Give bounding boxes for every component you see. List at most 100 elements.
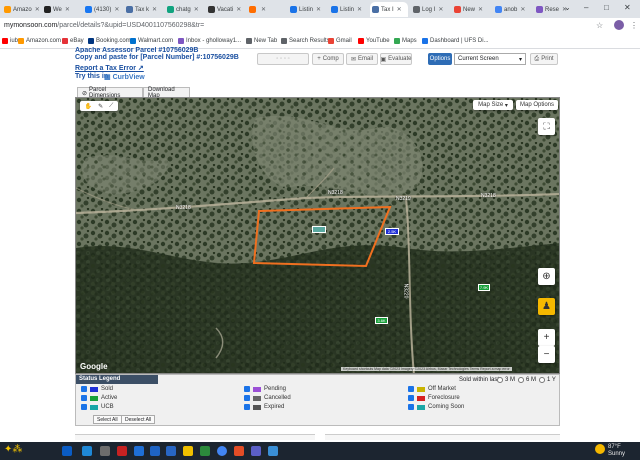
app-icon[interactable] <box>234 446 244 456</box>
bookmark-item[interactable]: eBay <box>62 38 84 44</box>
browser-tab[interactable]: (4130) ✕ <box>83 2 121 17</box>
minimize-icon[interactable]: – <box>584 3 588 12</box>
location-icon[interactable]: ⊕ <box>538 268 555 285</box>
active-listing-marker[interactable]: 3.6K <box>375 317 388 324</box>
browser-tab[interactable]: ✕ <box>247 2 285 17</box>
listing-marker[interactable] <box>312 226 326 233</box>
tab-close-icon[interactable]: ✕ <box>438 6 443 13</box>
tab-close-icon[interactable]: ✕ <box>261 6 266 13</box>
map-options-button[interactable]: Map Options <box>516 100 558 110</box>
windows-start-icon[interactable] <box>62 446 72 456</box>
tab-close-icon[interactable]: ✕ <box>520 6 525 13</box>
maximize-icon[interactable]: □ <box>604 3 609 12</box>
star-icon[interactable]: ☆ <box>596 21 603 30</box>
tab-close-icon[interactable]: ✕ <box>397 6 402 13</box>
tab-search-icon[interactable]: ⌄ <box>564 3 571 12</box>
bookmark-item[interactable]: Inbox - gholloway1... <box>178 38 241 44</box>
legend-checkbox[interactable] <box>408 404 414 410</box>
bookmark-item[interactable]: Walmart.com <box>130 38 173 44</box>
legend-checkbox[interactable] <box>81 395 87 401</box>
draw-icon[interactable]: ✎ <box>98 103 103 110</box>
active-listing-marker[interactable]: 7.9K <box>478 284 490 291</box>
legend-checkbox[interactable] <box>244 386 250 392</box>
legend-checkbox[interactable] <box>244 404 250 410</box>
browser-tab[interactable]: chatg ✕ <box>165 2 203 17</box>
legend-item[interactable]: UCB <box>81 404 114 410</box>
tab-close-icon[interactable]: ✕ <box>236 6 241 13</box>
screen-select[interactable]: Current Screen ▾ <box>454 53 526 65</box>
report-tax-error-link[interactable]: Report a Tax Error ↗ <box>75 64 144 72</box>
bookmark-item[interactable]: Maps <box>394 38 417 44</box>
legend-item[interactable]: Coming Soon <box>408 404 464 410</box>
browser-tab[interactable]: anob ✕ <box>493 2 531 17</box>
tab-close-icon[interactable]: ✕ <box>478 6 483 13</box>
word-icon[interactable] <box>166 446 176 456</box>
legend-checkbox[interactable] <box>81 404 87 410</box>
radio-3m[interactable]: 3 M <box>497 377 515 383</box>
bookmark-item[interactable]: Gmail <box>328 38 352 44</box>
street-view-pegman-icon[interactable]: ♟ <box>538 298 555 315</box>
browser-menu-icon[interactable]: ⋮ <box>630 21 638 30</box>
legend-item[interactable]: Pending <box>244 386 286 392</box>
sold-listing-marker[interactable]: 2.5K <box>385 228 399 235</box>
legend-checkbox[interactable] <box>408 386 414 392</box>
chrome-icon[interactable] <box>217 446 227 456</box>
browser-tab[interactable]: New ✕ <box>452 2 490 17</box>
select-all-button[interactable]: Select All <box>93 415 122 424</box>
bookmark-item[interactable]: New Tab <box>246 38 277 44</box>
radio-6m[interactable]: 6 M <box>518 377 536 383</box>
zoom-in-button[interactable]: + <box>538 329 555 346</box>
url-text[interactable]: mymonsoon.com/parcel/details?&upid=USD40… <box>4 22 204 29</box>
bookmark-item[interactable]: Search Results <box>281 38 330 44</box>
deselect-all-button[interactable]: Deselect All <box>121 415 156 424</box>
browser-tab[interactable]: Tax I ✕ <box>370 2 408 17</box>
legend-item[interactable]: Foreclosure <box>408 395 460 401</box>
comp-button[interactable]: + Comp <box>312 53 344 65</box>
tab-close-icon[interactable]: ✕ <box>114 6 119 13</box>
legend-item[interactable]: Off Market <box>408 386 456 392</box>
tab-close-icon[interactable]: ✕ <box>357 6 362 13</box>
map-size-button[interactable]: Map Size ▾ <box>473 100 513 110</box>
office-icon[interactable] <box>117 446 127 456</box>
browser-tab[interactable]: We ✕ <box>42 2 80 17</box>
tab-close-icon[interactable]: ✕ <box>65 6 70 13</box>
radio-1y[interactable]: 1 Y <box>539 377 556 383</box>
browser-tab[interactable]: Listin ✕ <box>329 2 367 17</box>
line-icon[interactable]: ⟋ <box>109 103 113 110</box>
bookmark-item[interactable]: Booking.com <box>88 38 131 44</box>
satellite-map[interactable]: N3218 N3218 N3218 N3219 N3220 2.5K 7.9K … <box>75 97 560 374</box>
sparkle-emoji-icon[interactable]: ✦⁂ <box>4 444 22 455</box>
browser-tab[interactable]: Vacati ✕ <box>206 2 244 17</box>
teams-icon[interactable] <box>251 446 261 456</box>
profile-avatar[interactable] <box>614 20 624 30</box>
browser-tab[interactable]: Listin ✕ <box>288 2 326 17</box>
hand-icon[interactable]: ✋ <box>85 103 92 110</box>
browser-tab[interactable]: Log I ✕ <box>411 2 449 17</box>
store-icon[interactable] <box>134 446 144 456</box>
options-button[interactable]: Options <box>428 53 452 65</box>
bookmark-item[interactable]: Amazon.com <box>18 38 61 44</box>
legend-item[interactable]: Sold <box>81 386 113 392</box>
tab-close-icon[interactable]: ✕ <box>194 6 199 13</box>
evaluate-button[interactable]: ▣ Evaluate <box>380 53 412 65</box>
legend-item[interactable]: Active <box>81 395 117 401</box>
bookmark-item[interactable]: YouTube <box>358 38 390 44</box>
browser-tab[interactable]: Tax k ✕ <box>124 2 162 17</box>
curbview-link[interactable]: ▦ CurbView <box>104 73 145 81</box>
fullscreen-icon[interactable]: ⛶ <box>538 118 555 135</box>
email-button[interactable]: ✉ Email <box>346 53 378 65</box>
tab-close-icon[interactable]: ✕ <box>35 6 40 13</box>
legend-checkbox[interactable] <box>408 395 414 401</box>
app-icon[interactable] <box>268 446 278 456</box>
bookmark-item[interactable]: Dashboard | UFS Di... <box>422 38 489 44</box>
tab-close-icon[interactable]: ✕ <box>152 6 157 13</box>
legend-checkbox[interactable] <box>244 395 250 401</box>
tab-close-icon[interactable]: ✕ <box>316 6 321 13</box>
address-bar[interactable]: mymonsoon.com/parcel/details?&upid=USD40… <box>0 18 640 35</box>
excel-icon[interactable] <box>200 446 210 456</box>
browser-tab[interactable]: Amazo ✕ <box>2 2 40 17</box>
task-view-icon[interactable] <box>100 446 110 456</box>
file-explorer-icon[interactable] <box>183 446 193 456</box>
outlook-icon[interactable] <box>150 446 160 456</box>
close-window-icon[interactable]: ✕ <box>624 3 631 12</box>
